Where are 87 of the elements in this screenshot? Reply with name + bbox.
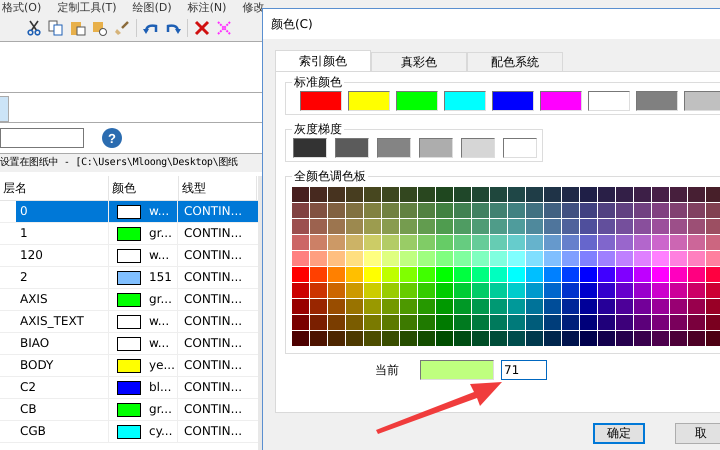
group-label: 灰度梯度 xyxy=(293,121,343,138)
table-cell-text: CONTIN... xyxy=(183,269,242,286)
column-header[interactable]: 颜色 xyxy=(109,176,179,200)
table-row[interactable]: 1 gr... CONTIN... xyxy=(16,223,258,244)
color-swatch[interactable] xyxy=(300,91,342,111)
menu-item[interactable]: 格式(O) xyxy=(2,0,42,15)
color-swatch[interactable] xyxy=(636,91,678,111)
menu-item[interactable]: 定制工具(T) xyxy=(57,0,117,15)
color-swatch[interactable] xyxy=(588,91,630,111)
column-header[interactable]: 层名 xyxy=(0,176,109,200)
table-cell-text: CONTIN... xyxy=(183,401,242,418)
table-cell-text: bl... xyxy=(149,379,172,396)
table-cell-text: CONTIN... xyxy=(183,313,242,330)
table-cell-text: w... xyxy=(149,247,170,264)
table-cell-text: CONTIN... xyxy=(183,225,242,242)
table-cell-text: C2 xyxy=(19,379,38,396)
table-cell-text: CONTIN... xyxy=(183,335,242,352)
color-swatch[interactable] xyxy=(293,138,327,158)
scissors-icon[interactable] xyxy=(26,20,42,36)
color-swatch[interactable] xyxy=(348,91,390,111)
table-cell-text: 120 xyxy=(19,247,44,264)
table-cell-text: CB xyxy=(19,401,38,418)
help-button[interactable]: ? xyxy=(102,128,122,148)
color-swatch[interactable] xyxy=(492,91,534,111)
color-swatch[interactable] xyxy=(377,138,411,158)
table-cell-text: w... xyxy=(149,203,170,220)
table-row[interactable]: AXIS gr... CONTIN... xyxy=(16,289,258,310)
table-cell-text: gr... xyxy=(149,291,172,308)
color-swatch[interactable] xyxy=(461,138,495,158)
table-cell-text: AXIS_TEXT xyxy=(19,313,85,330)
table-cell-text: ye... xyxy=(149,357,175,374)
dialog-button[interactable]: 确定 xyxy=(593,423,645,444)
table-row[interactable]: 120 w... CONTIN... xyxy=(16,245,258,266)
table-row[interactable]: BIAO w... CONTIN... xyxy=(16,333,258,354)
brush-icon[interactable] xyxy=(114,20,130,36)
status-path: 设置在图纸中 - [C:\Users\Mloong\Desktop\图纸 xyxy=(0,153,262,172)
color-swatch[interactable] xyxy=(419,138,453,158)
color-swatch[interactable] xyxy=(396,91,438,111)
cross-icon[interactable] xyxy=(216,20,232,36)
table-cell-text: CONTIN... xyxy=(183,203,242,220)
table-cell-text: BODY xyxy=(19,357,54,374)
table-cell-text: CONTIN... xyxy=(183,291,242,308)
paste-icon[interactable] xyxy=(70,20,86,36)
table-cell-text: 151 xyxy=(149,269,172,286)
table-cell-text: 0 xyxy=(19,203,29,220)
table-cell-text: AXIS xyxy=(19,291,49,308)
color-swatch[interactable] xyxy=(335,138,369,158)
dialog-button[interactable]: 取 xyxy=(675,423,720,444)
table-cell-text: 1 xyxy=(19,225,29,242)
current-label: 当前 xyxy=(375,362,400,378)
table-row[interactable]: 2 151 CONTIN... xyxy=(16,267,258,288)
table-cell-text: CGB xyxy=(19,423,47,440)
table-row[interactable]: BODY ye... CONTIN... xyxy=(16,355,258,376)
table-cell-text: BIAO xyxy=(19,335,50,352)
group-label: 全颜色调色板 xyxy=(293,168,367,185)
table-cell-text: w... xyxy=(149,335,170,352)
table-cell-text: gr... xyxy=(149,401,172,418)
column-header[interactable]: 线型 xyxy=(179,176,257,200)
delete-icon[interactable] xyxy=(194,20,210,36)
color-swatch[interactable] xyxy=(684,91,720,111)
table-cell-text: CONTIN... xyxy=(183,423,242,440)
table-cell-text: 2 xyxy=(19,269,29,286)
tab[interactable]: 真彩色 xyxy=(371,52,467,71)
table-row[interactable]: CB gr... CONTIN... xyxy=(16,399,258,420)
clipboard-clock-icon[interactable] xyxy=(92,20,108,36)
group-label: 标准颜色 xyxy=(293,74,343,91)
table-cell-text: cy... xyxy=(149,423,172,440)
color-swatch[interactable] xyxy=(503,138,537,158)
color-swatch[interactable] xyxy=(540,91,582,111)
table-row[interactable]: C2 bl... CONTIN... xyxy=(16,377,258,398)
color-palette-grid[interactable] xyxy=(292,187,720,347)
color-index-field[interactable]: 71 xyxy=(501,360,547,380)
tab[interactable]: 配色系统 xyxy=(467,52,563,71)
color-swatch[interactable] xyxy=(444,91,486,111)
table-cell-text: w... xyxy=(149,313,170,330)
table-cell-text: CONTIN... xyxy=(183,357,242,374)
tab[interactable]: 索引颜色 xyxy=(275,50,371,71)
menu-item[interactable]: 标注(N) xyxy=(188,0,226,15)
table-row[interactable]: AXIS_TEXT w... CONTIN... xyxy=(16,311,258,332)
table-row[interactable]: 0 w... CONTIN... xyxy=(16,201,258,222)
search-field[interactable] xyxy=(0,128,84,148)
table-cell-text: gr... xyxy=(149,225,172,242)
menu-item[interactable]: 绘图(D) xyxy=(132,0,172,15)
table-cell-text: CONTIN... xyxy=(183,247,242,264)
table-cell-text: CONTIN... xyxy=(183,379,242,396)
copy-icon[interactable] xyxy=(48,20,64,36)
table-row[interactable]: CGB cy... CONTIN... xyxy=(16,421,258,442)
